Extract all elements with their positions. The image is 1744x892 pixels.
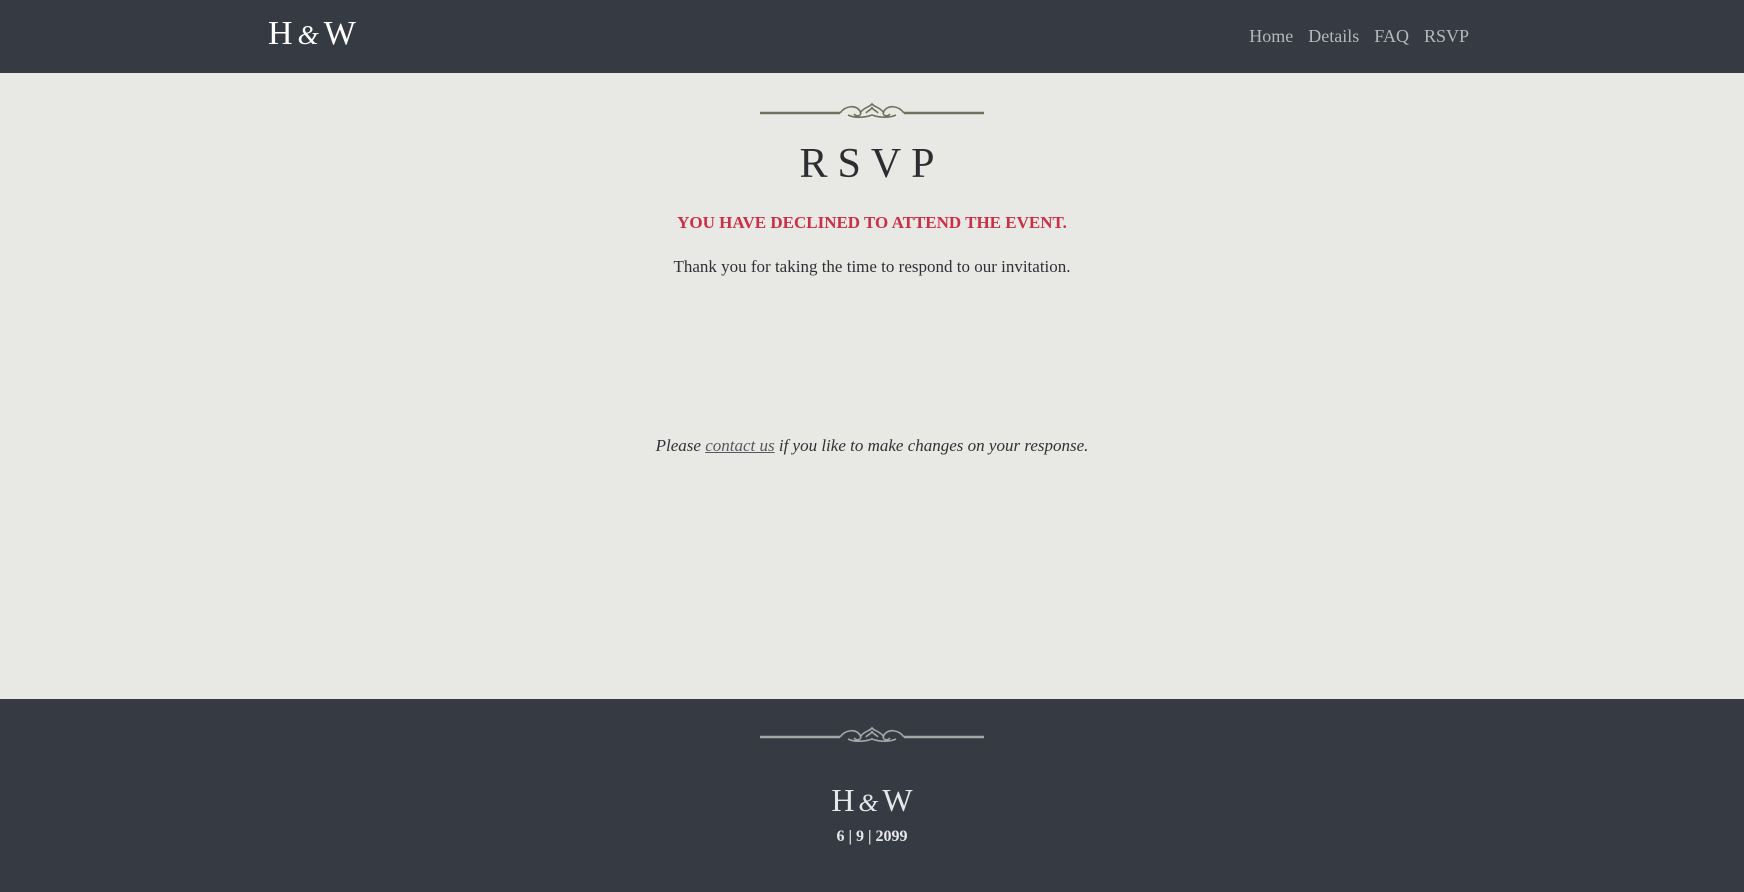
nav-faq-link[interactable]: FAQ [1374,24,1409,48]
site-header: H & W Home Details FAQ RSVP [0,0,1744,73]
footer-flourish-divider-icon [760,726,984,743]
nav-home-link[interactable]: Home [1249,24,1293,48]
footer-logo-initial-h: H [831,782,855,818]
footer-logo-initial-w: W [882,782,913,818]
event-date: 6 | 9 | 2099 [836,828,908,845]
main-nav: Home Details FAQ RSVP [1249,24,1469,48]
rsvp-section: RSVP You have declined to attend the eve… [0,73,1744,699]
nav-rsvp-link[interactable]: RSVP [1424,24,1469,48]
contact-us-link[interactable]: contact us [705,436,774,455]
change-response-note: Please contact us if you like to make ch… [0,434,1744,458]
logo-ampersand: & [297,20,320,50]
logo-initial-w: W [323,15,357,52]
footer-logo-ampersand: & [858,788,879,817]
thank-you-message: Thank you for taking the time to respond… [673,257,1071,276]
site-logo[interactable]: H & W [268,14,357,55]
page-title: RSVP [799,141,945,187]
declined-status-message: You have declined to attend the event. [677,213,1067,232]
nav-details-link[interactable]: Details [1308,24,1359,48]
logo-initial-h: H [268,15,294,52]
footer-logo: H & W [0,781,1744,822]
site-footer: H & W 6 | 9 | 2099 [0,699,1744,892]
note-prefix: Please [655,436,701,455]
flourish-divider-icon [760,102,984,119]
note-suffix: if you like to make changes on your resp… [778,436,1089,455]
